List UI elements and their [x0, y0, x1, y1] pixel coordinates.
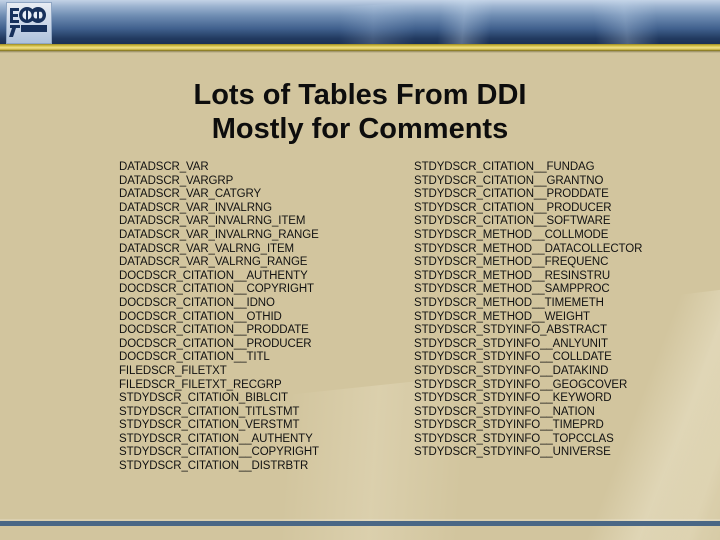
table-name-item: DOCDSCR_CITATION__PRODDATE [119, 324, 309, 337]
table-name-item: STDYDSCR_METHOD__DATACOLLECTOR [414, 242, 643, 255]
table-name-item: STDYDSCR_CITATION_BIBLCIT [119, 392, 288, 405]
table-name-item: DOCDSCR_CITATION__IDNO [119, 296, 275, 309]
table-name-item: STDYDSCR_STDYINFO__TIMEPRD [414, 419, 604, 432]
table-name-item: FILEDSCR_FILETXT_RECGRP [119, 378, 282, 391]
table-name-item: STDYDSCR_CITATION__DISTRBTR [119, 460, 309, 473]
header-shine-decoration [324, 0, 596, 44]
title-line-2: Mostly for Comments [211, 113, 509, 145]
table-name-item: STDYDSCR_CITATION__PRODUCER [414, 201, 612, 214]
table-name-item: STDYDSCR_STDYINFO__GEOGCOVER [414, 378, 628, 391]
table-name-item: STDYDSCR_CITATION__AUTHENTY [119, 432, 313, 445]
table-name-item: DATADSCR_VARGRP [119, 174, 234, 187]
table-name-item: STDYDSCR_METHOD__FREQUENC [414, 256, 609, 269]
table-name-item: DOCDSCR_CITATION__PRODUCER [119, 337, 312, 350]
table-name-item: STDYDSCR_METHOD__TIMEMETH [414, 296, 604, 309]
bottom-divider-rule [0, 521, 720, 526]
table-name-item: STDYDSCR_METHOD__RESINSTRU [414, 269, 611, 282]
header-shine-decoration [148, 0, 572, 44]
table-name-item: STDYDSCR_STDYINFO_ABSTRACT [414, 324, 607, 337]
table-name-item: DATADSCR_VAR_CATGRY [119, 188, 262, 201]
organization-emblem-icon [6, 2, 52, 44]
table-name-item: DOCDSCR_CITATION__TITL [119, 351, 270, 364]
table-name-item: STDYDSCR_CITATION__GRANTNO [414, 174, 604, 187]
gold-divider-stripe [0, 44, 720, 51]
table-name-item: STDYDSCR_STDYINFO__DATAKIND [414, 364, 609, 377]
page-title: Lots of Tables From DDI Mostly for Comme… [0, 78, 720, 146]
table-name-item: STDYDSCR_CITATION__PRODDATE [414, 188, 609, 201]
title-line-1: Lots of Tables From DDI [193, 79, 527, 111]
table-name-item: DOCDSCR_CITATION__COPYRIGHT [119, 283, 314, 296]
table-name-item: DATADSCR_VAR_INVALRNG_ITEM [119, 215, 306, 228]
table-name-item: STDYDSCR_STDYINFO__UNIVERSE [414, 446, 611, 459]
table-name-item: STDYDSCR_STDYINFO__COLLDATE [414, 351, 612, 364]
stripe-shadow [0, 51, 720, 53]
left-column-table-list: DATADSCR_VAR DATADSCR_VARGRP DATADSCR_VAR_… [119, 161, 319, 474]
right-column-table-list: STDYDSCR_CITATION__FUNDAG STDYDSCR_CITATI… [414, 161, 642, 460]
table-name-item: STDYDSCR_STDYINFO__KEYWORD [414, 392, 612, 405]
table-name-item: DATADSCR_VAR_VALRNG_ITEM [119, 242, 295, 255]
table-name-item: STDYDSCR_CITATION_TITLSTMT [119, 405, 300, 418]
table-name-item: STDYDSCR_STDYINFO__TOPCCLAS [414, 432, 614, 445]
table-name-item: FILEDSCR_FILETXT [119, 364, 227, 377]
table-name-item: DATADSCR_VAR_INVALRNG [119, 201, 272, 214]
table-name-columns: DATADSCR_VAR DATADSCR_VARGRP DATADSCR_VAR_… [0, 161, 720, 481]
slide: Lots of Tables From DDI Mostly for Comme… [0, 0, 720, 540]
table-name-item: STDYDSCR_CITATION__COPYRIGHT [119, 446, 319, 459]
table-name-item: STDYDSCR_METHOD__COLLMODE [414, 228, 609, 241]
table-name-item: DATADSCR_VAR_INVALRNG_RANGE [119, 228, 319, 241]
table-name-item: DOCDSCR_CITATION__AUTHENTY [119, 269, 308, 282]
table-name-item: STDYDSCR_METHOD__SAMPPROC [414, 283, 610, 296]
table-name-item: STDYDSCR_STDYINFO__NATION [414, 405, 595, 418]
table-name-item: DOCDSCR_CITATION__OTHID [119, 310, 282, 323]
slide-header-band [0, 0, 720, 44]
table-name-item: STDYDSCR_CITATION__FUNDAG [414, 161, 595, 173]
table-name-item: STDYDSCR_STDYINFO__ANLYUNIT [414, 337, 608, 350]
table-name-item: STDYDSCR_METHOD__WEIGHT [414, 310, 590, 323]
header-shine-decoration [464, 0, 720, 44]
table-name-item: STDYDSCR_CITATION_VERSTMT [119, 419, 300, 432]
table-name-item: DATADSCR_VAR [119, 161, 209, 173]
table-name-item: DATADSCR_VAR_VALRNG_RANGE [119, 256, 308, 269]
table-name-item: STDYDSCR_CITATION__SOFTWARE [414, 215, 611, 228]
